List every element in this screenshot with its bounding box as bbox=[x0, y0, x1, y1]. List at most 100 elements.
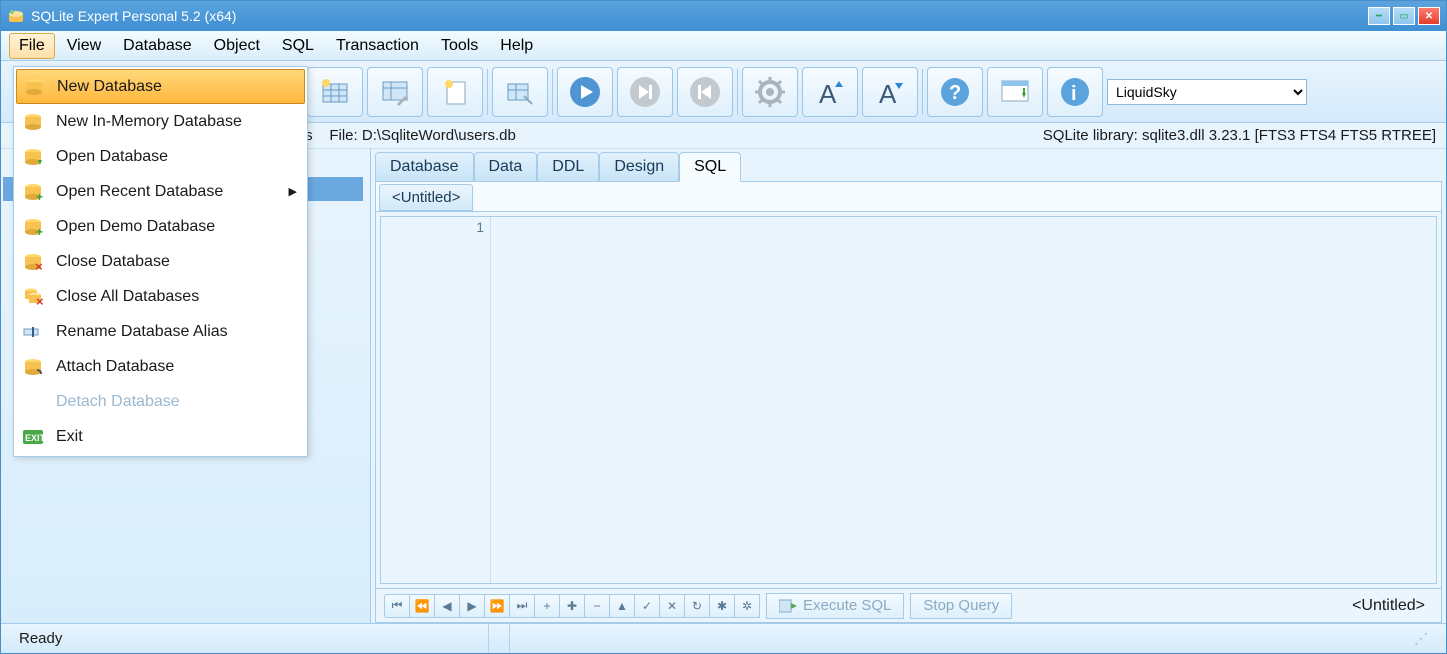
titlebar: SQLite Expert Personal 5.2 (x64) ━ ▭ ✕ bbox=[1, 1, 1446, 31]
nav-next[interactable]: ▶ bbox=[459, 594, 485, 618]
menu-tools[interactable]: Tools bbox=[431, 33, 488, 59]
nav-nextpage[interactable]: ⏩ bbox=[484, 594, 510, 618]
nav-cancel[interactable]: ✕ bbox=[659, 594, 685, 618]
menu-file[interactable]: File bbox=[9, 33, 55, 59]
update-button[interactable] bbox=[987, 67, 1043, 117]
new-script-button[interactable] bbox=[427, 67, 483, 117]
stop-query-button[interactable]: Stop Query bbox=[910, 593, 1012, 619]
nav-prevpage[interactable]: ⏪ bbox=[409, 594, 435, 618]
script-new-icon bbox=[439, 76, 471, 108]
theme-select[interactable]: LiquidSky bbox=[1107, 79, 1307, 105]
menu-exit[interactable]: EXIT Exit bbox=[16, 419, 305, 454]
nav-insert[interactable]: ✚ bbox=[559, 594, 585, 618]
close-button[interactable]: ✕ bbox=[1418, 7, 1440, 25]
editor-body[interactable] bbox=[491, 217, 1436, 583]
menu-new-database[interactable]: New Database bbox=[16, 69, 305, 104]
window-controls: ━ ▭ ✕ bbox=[1368, 7, 1440, 25]
execute-sql-icon bbox=[779, 598, 797, 614]
nav-bookmark[interactable]: ✱ bbox=[709, 594, 735, 618]
tab-ddl[interactable]: DDL bbox=[537, 152, 599, 181]
svg-text:+: + bbox=[36, 225, 43, 238]
help-button[interactable]: ? bbox=[927, 67, 983, 117]
execute-button[interactable] bbox=[557, 67, 613, 117]
nav-prev[interactable]: ◀ bbox=[434, 594, 460, 618]
nav-clearbm[interactable]: ✲ bbox=[734, 594, 760, 618]
nav-add[interactable]: + bbox=[534, 594, 560, 618]
db-attach-icon bbox=[20, 354, 46, 380]
toolbar-sep-1 bbox=[487, 69, 488, 115]
step-back-button[interactable] bbox=[677, 67, 733, 117]
menu-item-label: Close Database bbox=[56, 253, 170, 271]
menu-open-database[interactable]: Open Database bbox=[16, 139, 305, 174]
menu-open-demo-database[interactable]: + Open Demo Database bbox=[16, 209, 305, 244]
file-path-label: ts File: D:\SqliteWord\users.db bbox=[301, 127, 516, 144]
resize-grip-icon[interactable]: ⋰ bbox=[1414, 630, 1428, 647]
execute-sql-button[interactable]: Execute SQL bbox=[766, 593, 904, 619]
step-forward-icon bbox=[627, 74, 663, 110]
menu-item-label: Exit bbox=[56, 428, 83, 446]
toolbar-sep-4 bbox=[922, 69, 923, 115]
about-button[interactable]: i bbox=[1047, 67, 1103, 117]
db-close-icon: × bbox=[20, 249, 46, 275]
nav-edit[interactable]: ▲ bbox=[609, 594, 635, 618]
menu-item-label: Open Recent Database bbox=[56, 183, 223, 201]
menu-close-database[interactable]: × Close Database bbox=[16, 244, 305, 279]
line-number: 1 bbox=[381, 219, 484, 235]
nav-post[interactable]: ✓ bbox=[634, 594, 660, 618]
menu-item-label: Open Database bbox=[56, 148, 168, 166]
new-table-button[interactable] bbox=[307, 67, 363, 117]
svg-text:EXIT: EXIT bbox=[25, 433, 43, 443]
menu-database[interactable]: Database bbox=[113, 33, 202, 59]
menu-new-inmemory-database[interactable]: New In-Memory Database bbox=[16, 104, 305, 139]
info-icon: i bbox=[1058, 75, 1092, 109]
nav-first[interactable]: ⏮ bbox=[384, 594, 410, 618]
menu-rename-database-alias[interactable]: Rename Database Alias bbox=[16, 314, 305, 349]
sql-subtabs: <Untitled> bbox=[375, 181, 1442, 211]
toolbar-sep-3 bbox=[737, 69, 738, 115]
db-new-icon bbox=[21, 74, 47, 100]
menu-transaction[interactable]: Transaction bbox=[326, 33, 429, 59]
gear-icon bbox=[753, 75, 787, 109]
table-design-icon bbox=[379, 76, 411, 108]
menu-object[interactable]: Object bbox=[204, 33, 270, 59]
font-down-icon: A bbox=[873, 75, 907, 109]
menu-item-label: Rename Database Alias bbox=[56, 323, 228, 341]
db-closeall-icon: × bbox=[20, 284, 46, 310]
menu-help[interactable]: Help bbox=[490, 33, 543, 59]
tab-sql[interactable]: SQL bbox=[679, 152, 741, 182]
sqlite-lib-label: SQLite library: sqlite3.dll 3.23.1 [FTS3… bbox=[1043, 127, 1436, 144]
menu-sql[interactable]: SQL bbox=[272, 33, 324, 59]
tab-design[interactable]: Design bbox=[599, 152, 679, 181]
font-increase-button[interactable]: A bbox=[802, 67, 858, 117]
nav-last[interactable]: ⏭ bbox=[509, 594, 535, 618]
subtab-untitled[interactable]: <Untitled> bbox=[379, 184, 473, 211]
settings-button[interactable] bbox=[742, 67, 798, 117]
menu-attach-database[interactable]: Attach Database bbox=[16, 349, 305, 384]
tab-database[interactable]: Database bbox=[375, 152, 474, 181]
content-area: Database Data DDL Design SQL <Untitled> … bbox=[371, 149, 1446, 623]
font-decrease-button[interactable]: A bbox=[862, 67, 918, 117]
data-view-button[interactable] bbox=[492, 67, 548, 117]
status-sect-3: ⋰ bbox=[510, 624, 1438, 653]
download-window-icon bbox=[998, 75, 1032, 109]
db-mem-icon bbox=[20, 109, 46, 135]
menu-item-label: New Database bbox=[57, 78, 162, 96]
menu-close-all-databases[interactable]: × Close All Databases bbox=[16, 279, 305, 314]
stop-query-label: Stop Query bbox=[923, 597, 999, 614]
menu-open-recent-database[interactable]: + Open Recent Database ▶ bbox=[16, 174, 305, 209]
minimize-button[interactable]: ━ bbox=[1368, 7, 1390, 25]
font-up-icon: A bbox=[813, 75, 847, 109]
sql-editor[interactable]: 1 bbox=[380, 216, 1437, 584]
maximize-button[interactable]: ▭ bbox=[1393, 7, 1415, 25]
nav-remove[interactable]: − bbox=[584, 594, 610, 618]
step-forward-button[interactable] bbox=[617, 67, 673, 117]
statusbar: Ready ⋰ bbox=[1, 623, 1446, 653]
window-title: SQLite Expert Personal 5.2 (x64) bbox=[31, 8, 1368, 24]
status-text: Ready bbox=[9, 624, 489, 653]
tab-data[interactable]: Data bbox=[474, 152, 538, 181]
svg-text:×: × bbox=[35, 259, 43, 273]
nav-refresh[interactable]: ↻ bbox=[684, 594, 710, 618]
design-table-button[interactable] bbox=[367, 67, 423, 117]
menu-view[interactable]: View bbox=[57, 33, 111, 59]
doc-name-label: <Untitled> bbox=[1352, 597, 1433, 615]
